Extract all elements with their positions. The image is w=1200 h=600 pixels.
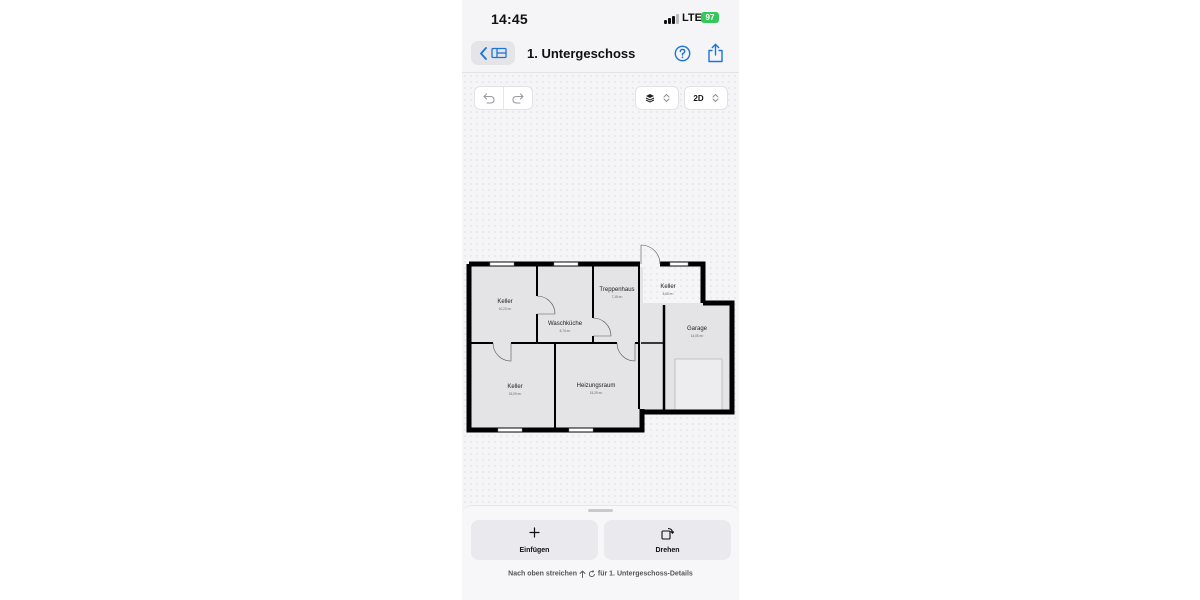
help-icon[interactable] — [674, 45, 691, 62]
bottom-sheet[interactable]: Einfügen Drehen Nach oben streichen für — [462, 505, 739, 600]
sheet-grabber[interactable] — [588, 509, 613, 512]
signal-icon — [664, 13, 680, 24]
plus-icon — [529, 527, 540, 538]
room-area: 10,23 m² — [499, 307, 512, 311]
page-title: 1. Untergeschoss — [527, 46, 636, 61]
nav-bar: 1. Untergeschoss — [462, 38, 739, 73]
room-area: 6,74 m² — [560, 329, 571, 333]
room-label: Heizungsraum — [577, 383, 616, 389]
room-label: Garage — [687, 326, 708, 332]
hint-suffix: für 1. Untergeschoss-Details — [597, 570, 693, 578]
status-bar: 14:45 LTE 97 — [462, 0, 739, 38]
hint-prefix: Nach oben streichen — [508, 570, 578, 578]
insert-button[interactable]: Einfügen — [471, 520, 598, 560]
rotate-icon — [661, 527, 674, 540]
rotate-icon — [588, 570, 595, 578]
chevron-left-icon — [480, 46, 487, 60]
room-label: Keller — [660, 284, 675, 290]
room-label: Keller — [497, 299, 512, 305]
insert-label: Einfügen — [519, 547, 550, 554]
status-time: 14:45 — [491, 11, 528, 27]
arrow-up-icon — [579, 570, 586, 578]
rotate-label: Drehen — [655, 547, 680, 554]
network-type: LTE — [682, 12, 702, 24]
room-label: Treppenhaus — [599, 287, 634, 293]
garage-door — [674, 358, 723, 411]
share-icon[interactable] — [707, 43, 724, 63]
room-area: 7,15 m² — [612, 295, 623, 299]
rotate-button[interactable]: Drehen — [604, 520, 731, 560]
floorplan[interactable]: Keller 10,23 m² Waschküche 6,74 m² Trepp… — [462, 73, 739, 505]
floorplan-canvas[interactable]: 2D Keller 10,23 m² Waschküche 6,74 m² Tr… — [462, 73, 739, 505]
swipe-hint: Nach oben streichen für 1. Untergeschoss… — [462, 570, 739, 578]
floors-icon — [491, 47, 507, 59]
room-area: 6,65 m² — [663, 292, 674, 296]
room-label: Waschküche — [548, 321, 583, 327]
battery-icon: 97 — [701, 12, 719, 23]
back-button[interactable] — [471, 41, 515, 65]
room-area: 14,05 m² — [691, 334, 704, 338]
phone-screen: 14:45 LTE 97 1. Untergeschoss 2D Keller … — [462, 0, 739, 600]
room-area: 15,25 m² — [590, 391, 603, 395]
room-area: 15,09 m² — [509, 392, 522, 396]
room-label: Keller — [507, 384, 522, 390]
